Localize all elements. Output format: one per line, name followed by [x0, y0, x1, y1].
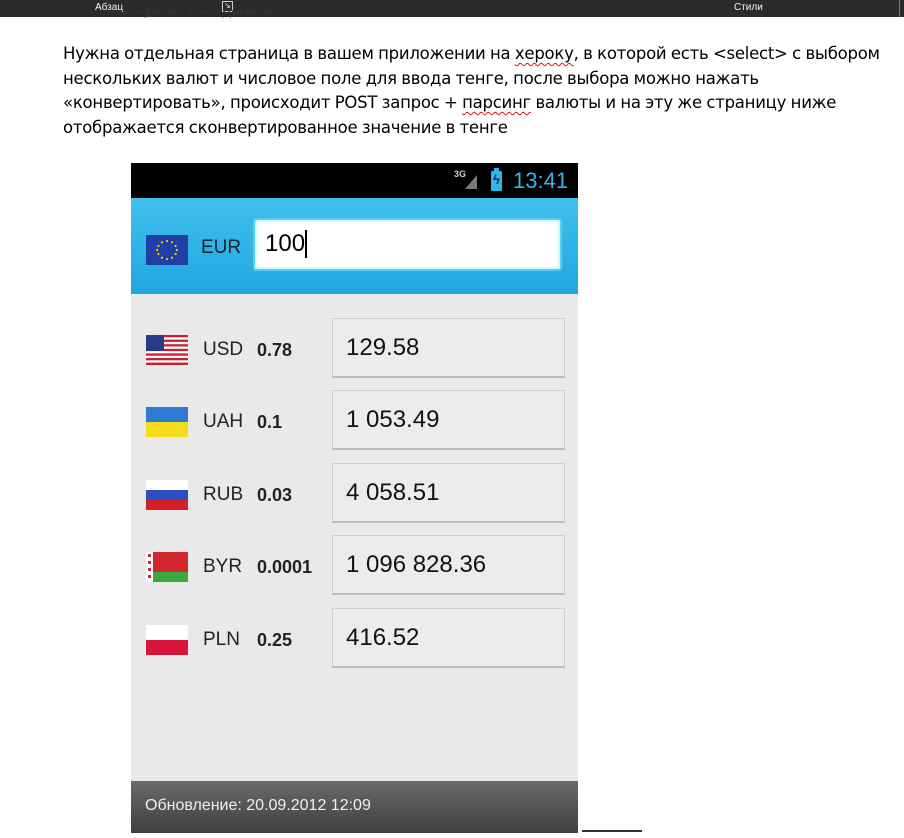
signal-icon — [465, 175, 477, 189]
misspelled-word-heroku[interactable]: хероку — [515, 44, 574, 63]
amount-value: 100 — [265, 230, 306, 257]
text-cursor — [305, 230, 307, 258]
ru-flag-icon — [146, 480, 188, 510]
paragraph-text-1: Нужна отдельная страница в вашем приложе… — [63, 44, 515, 63]
currency-rate: 0.78 — [257, 340, 293, 360]
converted-value: 1 096 828.36 — [346, 551, 487, 578]
currency-rate: 0.0001 — [257, 557, 313, 577]
status-bar: 3G ϟ 13:41 — [131, 163, 578, 198]
charging-bolt-icon: ϟ — [493, 172, 500, 187]
us-flag-icon — [146, 335, 188, 365]
converted-value-field[interactable]: 129.58 — [332, 318, 565, 378]
converted-value-field[interactable]: 1 053.49 — [332, 390, 565, 450]
eu-flag-icon — [146, 235, 188, 265]
currency-code: RUB — [203, 484, 244, 505]
base-currency-header: EUR 100 — [131, 198, 578, 294]
by-flag-icon — [146, 552, 188, 582]
amount-input[interactable]: 100 — [253, 218, 562, 271]
status-time: 13:41 — [513, 168, 569, 193]
document-fragment-line — [582, 830, 642, 832]
currency-row-rub: RUB 0.03 4 058.51 — [131, 463, 578, 523]
ribbon-divider — [899, 0, 900, 17]
styles-group-label: Стили — [734, 2, 763, 13]
converted-value: 129.58 — [346, 334, 420, 361]
currency-row-byr: BYR 0.0001 1 096 828.36 — [131, 535, 578, 595]
currency-rate: 0.03 — [257, 485, 293, 505]
converted-value: 416.52 — [346, 624, 420, 651]
base-currency-code[interactable]: EUR — [201, 237, 241, 259]
converted-value: 4 058.51 — [346, 479, 440, 506]
converted-value: 1 053.49 — [346, 406, 440, 433]
currency-code: PLN — [203, 629, 240, 650]
pl-flag-icon — [146, 625, 188, 655]
currency-code: UAH — [203, 411, 244, 432]
currency-row-uah: UAH 0.1 1 053.49 — [131, 390, 578, 450]
document-paragraph: Нужна отдельная страница в вашем приложе… — [63, 42, 898, 140]
ua-flag-icon — [146, 407, 188, 437]
currency-row-usd: USD 0.78 129.58 — [131, 318, 578, 378]
converted-value-field[interactable]: 4 058.51 — [332, 463, 565, 523]
phone-screenshot: 3G ϟ 13:41 EUR 100 USD 0.78 129.58 UAH 0… — [131, 163, 578, 833]
update-footer: Обновление: 20.09.2012 12:09 — [131, 781, 578, 833]
misspelled-word-parsing[interactable]: парсинг — [462, 93, 531, 112]
cut-off-document-line: Что нужно что сделать: — [104, 10, 278, 24]
converted-value-field[interactable]: 1 096 828.36 — [332, 535, 565, 595]
converted-value-field[interactable]: 416.52 — [332, 608, 565, 668]
currency-row-pln: PLN 0.25 416.52 — [131, 608, 578, 668]
currency-rate: 0.1 — [257, 412, 283, 432]
last-update-text: Обновление: 20.09.2012 12:09 — [145, 797, 371, 814]
currency-rate: 0.25 — [257, 630, 293, 650]
currency-code: BYR — [203, 556, 243, 577]
currency-code: USD — [203, 339, 244, 360]
